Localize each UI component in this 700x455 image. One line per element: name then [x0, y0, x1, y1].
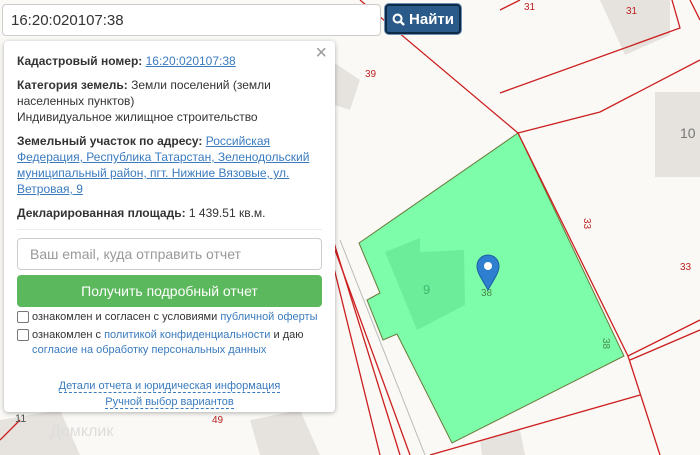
cadastral-label: Кадастровый номер: — [17, 54, 143, 68]
area-label: Декларированная площадь: — [17, 206, 186, 220]
map-label: 39 — [365, 69, 377, 80]
privacy-policy-link[interactable]: политикой конфиденциальности — [104, 329, 270, 341]
offer-checkbox[interactable] — [17, 311, 29, 323]
category-label: Категория земель: — [17, 78, 128, 92]
map-label: 9 — [423, 282, 430, 297]
map-label: 11 — [15, 413, 26, 425]
cadastral-search-input[interactable] — [2, 4, 381, 36]
privacy-checkbox[interactable] — [17, 329, 29, 341]
privacy-mid-text: и даю — [270, 329, 304, 341]
watermark: Домклик — [50, 423, 114, 440]
map-label: 31 — [524, 2, 536, 13]
map-label: 38 — [600, 338, 611, 350]
divider — [17, 229, 322, 230]
privacy-text: ознакомлен с — [32, 329, 105, 341]
map-label: 10 — [680, 125, 696, 141]
find-button-label: Найти — [409, 10, 454, 28]
report-details-link[interactable]: Детали отчета и юридическая информация — [58, 380, 281, 393]
map-label: 49 — [212, 415, 224, 426]
map-label: 33 — [581, 218, 592, 230]
public-offer-link[interactable]: публичной оферты — [220, 311, 317, 323]
find-button[interactable]: Найти — [385, 4, 461, 34]
parcel-info-panel: × Кадастровый номер: 16:20:020107:38 Кат… — [4, 41, 335, 412]
close-icon[interactable]: × — [315, 43, 327, 63]
area-value: 1 439.51 кв.м. — [188, 206, 266, 220]
personal-data-consent-link[interactable]: согласие на обработку персональных данны… — [32, 344, 266, 356]
manual-selection-link[interactable]: Ручной выбор вариантов — [105, 396, 234, 409]
cadastral-number-link[interactable]: 16:20:020107:38 — [146, 54, 236, 68]
email-input[interactable]: Ваш email, куда отправить отчет — [17, 238, 322, 270]
get-report-button[interactable]: Получить подробный отчет — [17, 275, 322, 307]
building — [250, 410, 320, 455]
get-report-label: Получить подробный отчет — [81, 283, 258, 299]
address-label: Земельный участок по адресу: — [17, 134, 203, 148]
map-label: 31 — [626, 6, 638, 17]
usage-value: Индивидуальное жилищное строительство — [17, 110, 258, 124]
map-label: 38 — [481, 288, 493, 299]
offer-text: ознакомлен и согласен с условиями — [32, 311, 221, 323]
map-label: 33 — [680, 262, 692, 273]
email-placeholder: Ваш email, куда отправить отчет — [30, 246, 241, 262]
search-icon — [392, 13, 405, 26]
